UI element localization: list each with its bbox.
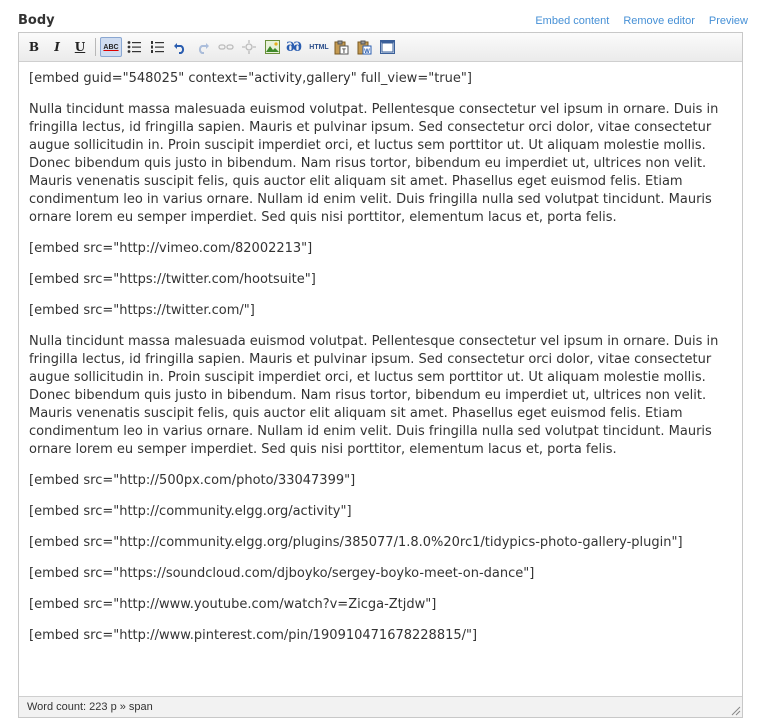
blockquote-button[interactable]: 66 xyxy=(286,38,304,56)
editor-statusbar: Word count: 223 p » span xyxy=(19,696,742,717)
paste-text-button[interactable]: T xyxy=(332,38,350,56)
svg-text:T: T xyxy=(342,49,346,55)
rich-text-editor: B I U ABC 66 HTML T W [embed guid="54802… xyxy=(18,32,743,718)
unlink-icon xyxy=(218,44,234,50)
anchor-icon xyxy=(242,40,256,54)
embed-content-link[interactable]: Embed content xyxy=(535,15,609,27)
bullet-list-button[interactable] xyxy=(125,38,143,56)
redo-button[interactable] xyxy=(194,38,212,56)
bullet-list-icon xyxy=(127,41,141,53)
editor-toolbar: B I U ABC 66 HTML T W xyxy=(19,33,742,62)
content-paragraph: [embed src="http://500px.com/photo/33047… xyxy=(29,473,356,488)
resize-handle-icon[interactable] xyxy=(731,706,741,716)
body-field-label: Body xyxy=(18,13,55,28)
content-paragraph: [embed src="http://vimeo.com/82002213"] xyxy=(29,241,313,256)
italic-button[interactable]: I xyxy=(48,38,66,56)
content-paragraph: [embed src="http://www.youtube.com/watch… xyxy=(29,597,437,612)
image-icon xyxy=(264,40,280,54)
unlink-button[interactable] xyxy=(217,38,235,56)
blockquote-icon: 66 xyxy=(287,39,303,55)
content-paragraph: [embed src="http://community.elgg.org/pl… xyxy=(29,535,683,550)
content-paragraph: [embed src="https://soundcloud.com/djboy… xyxy=(29,566,535,581)
numbered-list-icon xyxy=(151,41,164,53)
word-count-path: Word count: 223 p » span xyxy=(27,701,153,713)
content-paragraph: Nulla tincidunt massa malesuada euismod … xyxy=(29,334,719,457)
preview-link[interactable]: Preview xyxy=(709,15,748,27)
spellcheck-icon: ABC xyxy=(103,43,119,51)
undo-button[interactable] xyxy=(171,38,189,56)
bold-button[interactable]: B xyxy=(25,38,43,56)
insert-image-button[interactable] xyxy=(263,38,281,56)
html-icon: HTML xyxy=(309,43,329,51)
content-paragraph: [embed guid="548025" context="activity,g… xyxy=(29,71,472,86)
numbered-list-button[interactable] xyxy=(148,38,166,56)
underline-icon: U xyxy=(74,40,86,54)
editor-links: Embed content Remove editor Preview xyxy=(535,15,748,27)
fullscreen-icon xyxy=(379,40,395,54)
svg-text:W: W xyxy=(364,49,370,55)
toolbar-separator xyxy=(95,38,96,56)
content-paragraph: [embed src="http://www.pinterest.com/pin… xyxy=(29,628,478,643)
underline-button[interactable]: U xyxy=(71,38,89,56)
editor-content-area[interactable]: [embed guid="548025" context="activity,g… xyxy=(29,70,729,658)
fullscreen-button[interactable] xyxy=(378,38,396,56)
content-paragraph: [embed src="http://community.elgg.org/ac… xyxy=(29,504,352,519)
spellcheck-button[interactable]: ABC xyxy=(100,37,122,57)
content-paragraph: [embed src="https://twitter.com/"] xyxy=(29,303,255,318)
content-paragraph: Nulla tincidunt massa malesuada euismod … xyxy=(29,102,719,225)
bold-icon: B xyxy=(28,40,40,54)
content-paragraph: [embed src="https://twitter.com/hootsuit… xyxy=(29,272,316,287)
paste-text-icon: T xyxy=(334,40,348,55)
italic-icon: I xyxy=(54,40,60,54)
paste-word-icon: W xyxy=(357,40,371,55)
redo-icon xyxy=(198,43,209,54)
paste-word-button[interactable]: W xyxy=(355,38,373,56)
remove-editor-link[interactable]: Remove editor xyxy=(623,15,695,27)
anchor-button[interactable] xyxy=(240,38,258,56)
html-source-button[interactable]: HTML xyxy=(308,38,330,56)
undo-icon xyxy=(174,43,185,54)
